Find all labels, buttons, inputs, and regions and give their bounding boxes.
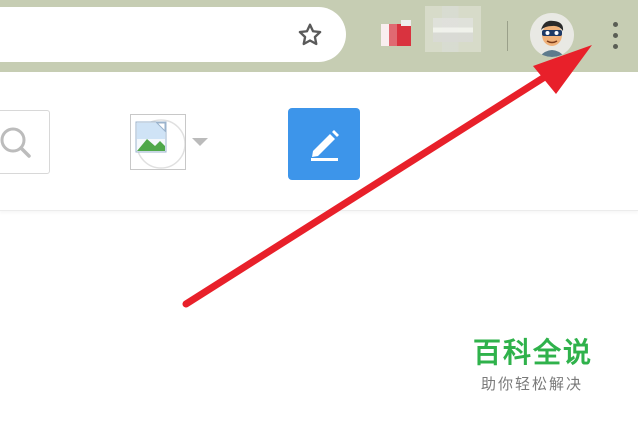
extension-icon[interactable] [381,20,411,50]
extension-red-icon [381,20,411,46]
image-upload-button[interactable] [130,114,186,170]
watermark-subtitle: 助你轻松解决 [481,375,584,393]
extension-blurred-icon[interactable] [425,6,481,52]
page-header [0,72,638,211]
menu-dot-icon [612,32,618,38]
image-placeholder-icon [135,119,186,169]
search-icon [0,127,31,158]
profile-avatar-button[interactable] [530,13,574,57]
cartoon-avatar-icon [530,13,574,57]
watermark-title: 百科全说 [473,336,594,369]
menu-dot-icon [612,43,618,49]
bookmark-star-button[interactable] [292,17,328,53]
browser-menu-button[interactable] [604,18,626,52]
watermark: 百科全说 助你轻松解决 [465,334,625,404]
menu-dot-icon [612,21,618,27]
caret-down-icon[interactable] [192,138,208,146]
toolbar-divider [507,21,508,51]
star-outline-icon [298,23,322,46]
pencil-icon [311,130,339,161]
search-button[interactable] [0,110,50,174]
edit-button[interactable] [288,108,360,180]
browser-toolbar [0,0,638,72]
